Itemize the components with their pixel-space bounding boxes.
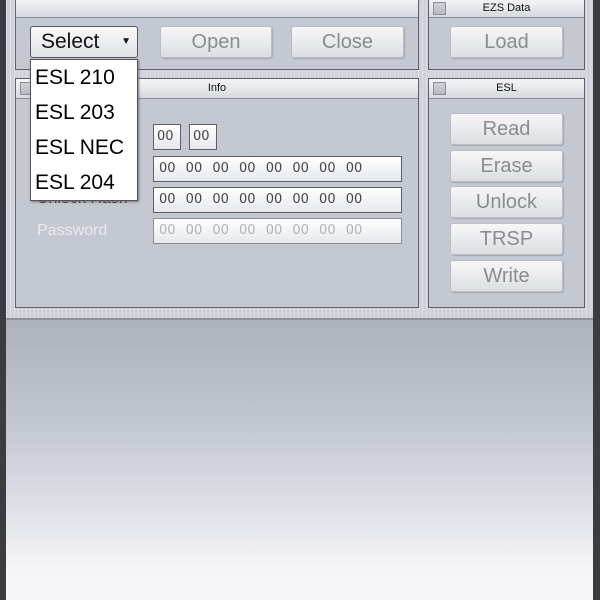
option-esl-203[interactable]: ESL 203 — [31, 95, 137, 130]
model-select-value: Select — [41, 30, 100, 53]
load-button[interactable]: Load — [450, 26, 563, 58]
chevron-down-icon: ▼ — [121, 36, 131, 47]
info-small-field-1[interactable]: 00 — [153, 124, 181, 150]
option-esl-nec[interactable]: ESL NEC — [31, 130, 137, 165]
model-dropdown-list: ESL 210 ESL 203 ESL NEC ESL 204 — [30, 59, 138, 201]
option-esl-210[interactable]: ESL 210 — [31, 60, 137, 95]
model-select[interactable]: Select ▼ — [30, 26, 138, 58]
unlock-button[interactable]: Unlock — [450, 186, 563, 218]
open-button[interactable]: Open — [160, 26, 272, 58]
row-1-field[interactable]: 00 00 00 00 00 00 00 00 — [153, 156, 402, 182]
info-small-field-2[interactable]: 00 — [189, 124, 217, 150]
password-field[interactable]: 00 00 00 00 00 00 00 00 — [153, 218, 402, 244]
option-esl-204[interactable]: ESL 204 — [31, 165, 137, 200]
unlock-hash-field[interactable]: 00 00 00 00 00 00 00 00 — [153, 187, 402, 213]
password-label: Password — [37, 222, 108, 239]
info-title: Info — [207, 82, 227, 94]
ezs-data-checkbox[interactable] — [433, 2, 446, 15]
esl-header: ESL — [429, 79, 584, 99]
esl-checkbox[interactable] — [433, 82, 446, 95]
device-panel-header — [16, 0, 418, 18]
esl-title: ESL — [496, 82, 517, 94]
ezs-data-title: EZS Data — [482, 2, 531, 14]
erase-button[interactable]: Erase — [450, 150, 563, 182]
write-button[interactable]: Write — [450, 260, 563, 292]
ezs-data-header: EZS Data — [429, 0, 584, 18]
close-button[interactable]: Close — [291, 26, 404, 58]
read-button[interactable]: Read — [450, 113, 563, 145]
trsp-button[interactable]: TRSP — [450, 223, 563, 255]
output-area — [6, 318, 593, 600]
